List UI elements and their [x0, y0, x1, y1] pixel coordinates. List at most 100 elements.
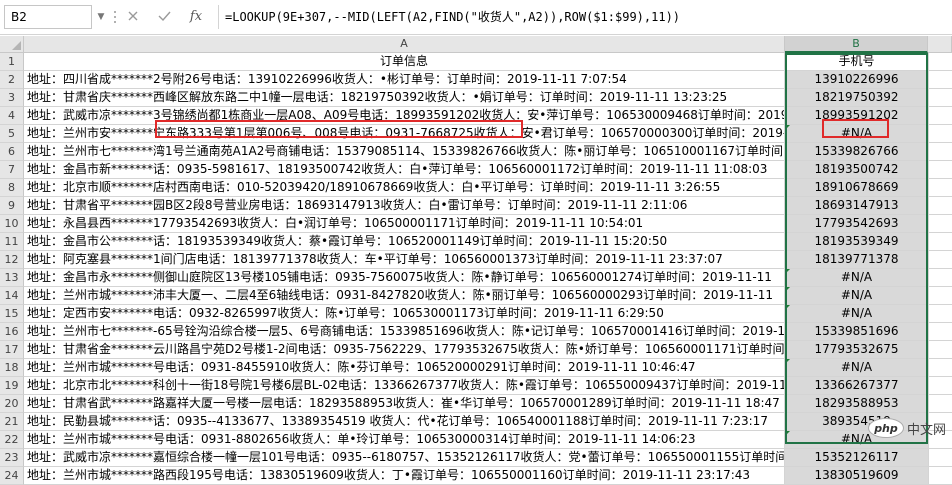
empty-cell[interactable] — [928, 143, 952, 161]
empty-cell[interactable] — [928, 215, 952, 233]
empty-cell[interactable] — [928, 467, 952, 485]
phone-cell[interactable]: #N/A — [785, 269, 928, 287]
empty-cell[interactable] — [928, 233, 952, 251]
row-header[interactable]: 12 — [0, 251, 24, 269]
row-header[interactable]: 16 — [0, 323, 24, 341]
row-header[interactable]: 10 — [0, 215, 24, 233]
row-header[interactable]: 15 — [0, 305, 24, 323]
row-header[interactable]: 17 — [0, 341, 24, 359]
select-all-corner[interactable] — [0, 36, 24, 53]
empty-cell[interactable] — [928, 341, 952, 359]
column-header-b[interactable]: B — [785, 36, 928, 53]
empty-cell[interactable] — [928, 269, 952, 287]
phone-cell[interactable]: 18910678669 — [785, 179, 928, 197]
order-info-cell[interactable]: 地址：兰州市城*******号电话：0931-8455910收货人：陈•芬订单号… — [24, 359, 785, 377]
row-header[interactable]: 5 — [0, 125, 24, 143]
row-header[interactable]: 18 — [0, 359, 24, 377]
phone-cell[interactable]: 17793532675 — [785, 341, 928, 359]
empty-cell[interactable] — [928, 449, 952, 467]
empty-cell[interactable] — [928, 89, 952, 107]
order-info-cell[interactable]: 地址：兰州市七*******-65号铨沟沿综合楼一层5、6号商铺电话：15339… — [24, 323, 785, 341]
chevron-down-icon[interactable]: ▼ — [94, 5, 108, 29]
order-info-cell[interactable]: 地址：四川省成*******2号附26号电话：13910226996收货人：•彬… — [24, 71, 785, 89]
order-info-cell[interactable]: 地址：甘肃省庆*******西峰区解放东路二中1幢一层电话：1821975039… — [24, 89, 785, 107]
order-info-cell[interactable]: 地址：武威市凉*******嘉恒综合楼一幢一层101号电话：0935--6180… — [24, 449, 785, 467]
empty-cell[interactable] — [928, 377, 952, 395]
error-indicator-icon[interactable] — [785, 287, 790, 292]
phone-cell[interactable]: 13830519609 — [785, 467, 928, 485]
empty-cell[interactable] — [928, 287, 952, 305]
row-header[interactable]: 11 — [0, 233, 24, 251]
row-header[interactable]: 8 — [0, 179, 24, 197]
phone-cell[interactable]: 15339826766 — [785, 143, 928, 161]
insert-function-button[interactable]: fx — [184, 5, 208, 29]
header-cell-phone[interactable]: 手机号 — [785, 53, 928, 71]
phone-cell[interactable]: 13366267377 — [785, 377, 928, 395]
order-info-cell[interactable]: 地址：兰州市七*******湾1号兰通南苑A1A2号商铺电话：153790851… — [24, 143, 785, 161]
check-icon[interactable] — [152, 5, 176, 29]
phone-cell[interactable]: #N/A — [785, 359, 928, 377]
order-info-cell[interactable]: 地址：永昌县西*******17793542693收货人：白•润订单号：1065… — [24, 215, 785, 233]
order-info-cell[interactable]: 地址：兰州市城*******路西段195号电话：13830519609收货人：丁… — [24, 467, 785, 485]
header-cell-order-info[interactable]: 订单信息 — [24, 53, 785, 71]
row-header[interactable]: 13 — [0, 269, 24, 287]
empty-cell[interactable] — [928, 395, 952, 413]
row-header[interactable]: 1 — [0, 53, 24, 71]
order-info-cell[interactable]: 地址：阿克塞县*******1间门店电话：18139771378收货人：车•平订… — [24, 251, 785, 269]
row-header[interactable]: 23 — [0, 449, 24, 467]
empty-cell[interactable] — [928, 305, 952, 323]
order-info-cell[interactable]: 地址：金昌市新*******话：0935-5981617、18193500742… — [24, 161, 785, 179]
cancel-icon[interactable] — [121, 5, 145, 29]
order-info-cell[interactable]: 地址：金昌市公*******话：18193539349收货人：蔡•霞订单号：10… — [24, 233, 785, 251]
row-header[interactable]: 4 — [0, 107, 24, 125]
name-box[interactable]: B2 — [4, 5, 92, 29]
order-info-cell[interactable]: 地址：定西市安*******电话：0932-8265997收货人：陈•订单号：1… — [24, 305, 785, 323]
row-header[interactable]: 7 — [0, 161, 24, 179]
row-header[interactable]: 19 — [0, 377, 24, 395]
phone-cell[interactable]: 18693147913 — [785, 197, 928, 215]
column-header-c[interactable] — [928, 36, 952, 53]
row-header[interactable]: 21 — [0, 413, 24, 431]
phone-cell[interactable]: 18293588953 — [785, 395, 928, 413]
phone-cell[interactable]: 18139771378 — [785, 251, 928, 269]
row-header[interactable]: 22 — [0, 431, 24, 449]
order-info-cell[interactable]: 地址：金昌市永*******侧御山庭院区13号楼105铺电话：0935-7560… — [24, 269, 785, 287]
empty-cell[interactable] — [928, 359, 952, 377]
error-indicator-icon[interactable] — [785, 359, 790, 364]
phone-cell[interactable]: 18193500742 — [785, 161, 928, 179]
error-indicator-icon[interactable] — [785, 431, 790, 436]
empty-cell[interactable] — [928, 179, 952, 197]
order-info-cell[interactable]: 地址：北京市顺*******店村西南电话：010-52039420/189106… — [24, 179, 785, 197]
order-info-cell[interactable]: 地址：武威市凉*******3号锦绣尚都1栋商业一层A08、A09号电话：189… — [24, 107, 785, 125]
empty-cell[interactable] — [928, 197, 952, 215]
empty-cell[interactable] — [928, 53, 952, 71]
order-info-cell[interactable]: 地址：兰州市安*******宁东路333号第1层第006号、008号电话：093… — [24, 125, 785, 143]
order-info-cell[interactable]: 地址：甘肃省平*******园B区2段8号营业房电话：18693147913收货… — [24, 197, 785, 215]
row-header[interactable]: 20 — [0, 395, 24, 413]
row-header[interactable]: 14 — [0, 287, 24, 305]
empty-cell[interactable] — [928, 71, 952, 89]
phone-cell[interactable]: #N/A — [785, 287, 928, 305]
phone-cell[interactable]: 17793542693 — [785, 215, 928, 233]
error-indicator-icon[interactable] — [785, 269, 790, 274]
row-header[interactable]: 2 — [0, 71, 24, 89]
empty-cell[interactable] — [928, 125, 952, 143]
row-header[interactable]: 6 — [0, 143, 24, 161]
order-info-cell[interactable]: 地址：民勤县城*******话：0935--4133677、1338935451… — [24, 413, 785, 431]
empty-cell[interactable] — [928, 251, 952, 269]
column-header-a[interactable]: A — [24, 36, 785, 53]
row-header[interactable]: 3 — [0, 89, 24, 107]
phone-cell[interactable]: #N/A — [785, 305, 928, 323]
phone-cell[interactable]: #N/A — [785, 125, 928, 143]
order-info-cell[interactable]: 地址：甘肃省金*******云川路昌宁苑D2号楼1-2间电话：0935-7562… — [24, 341, 785, 359]
order-info-cell[interactable]: 地址：甘肃省武*******路嘉祥大厦一号楼一层电话：18293588953收货… — [24, 395, 785, 413]
error-indicator-icon[interactable] — [785, 305, 790, 310]
order-info-cell[interactable]: 地址：兰州市城*******沛丰大厦一、二层4至6轴线电话：0931-84278… — [24, 287, 785, 305]
row-header[interactable]: 24 — [0, 467, 24, 485]
error-indicator-icon[interactable] — [785, 125, 790, 130]
empty-cell[interactable] — [928, 161, 952, 179]
phone-cell[interactable]: 15339851696 — [785, 323, 928, 341]
phone-cell[interactable]: 18219750392 — [785, 89, 928, 107]
row-header[interactable]: 9 — [0, 197, 24, 215]
phone-cell[interactable]: 18193539349 — [785, 233, 928, 251]
